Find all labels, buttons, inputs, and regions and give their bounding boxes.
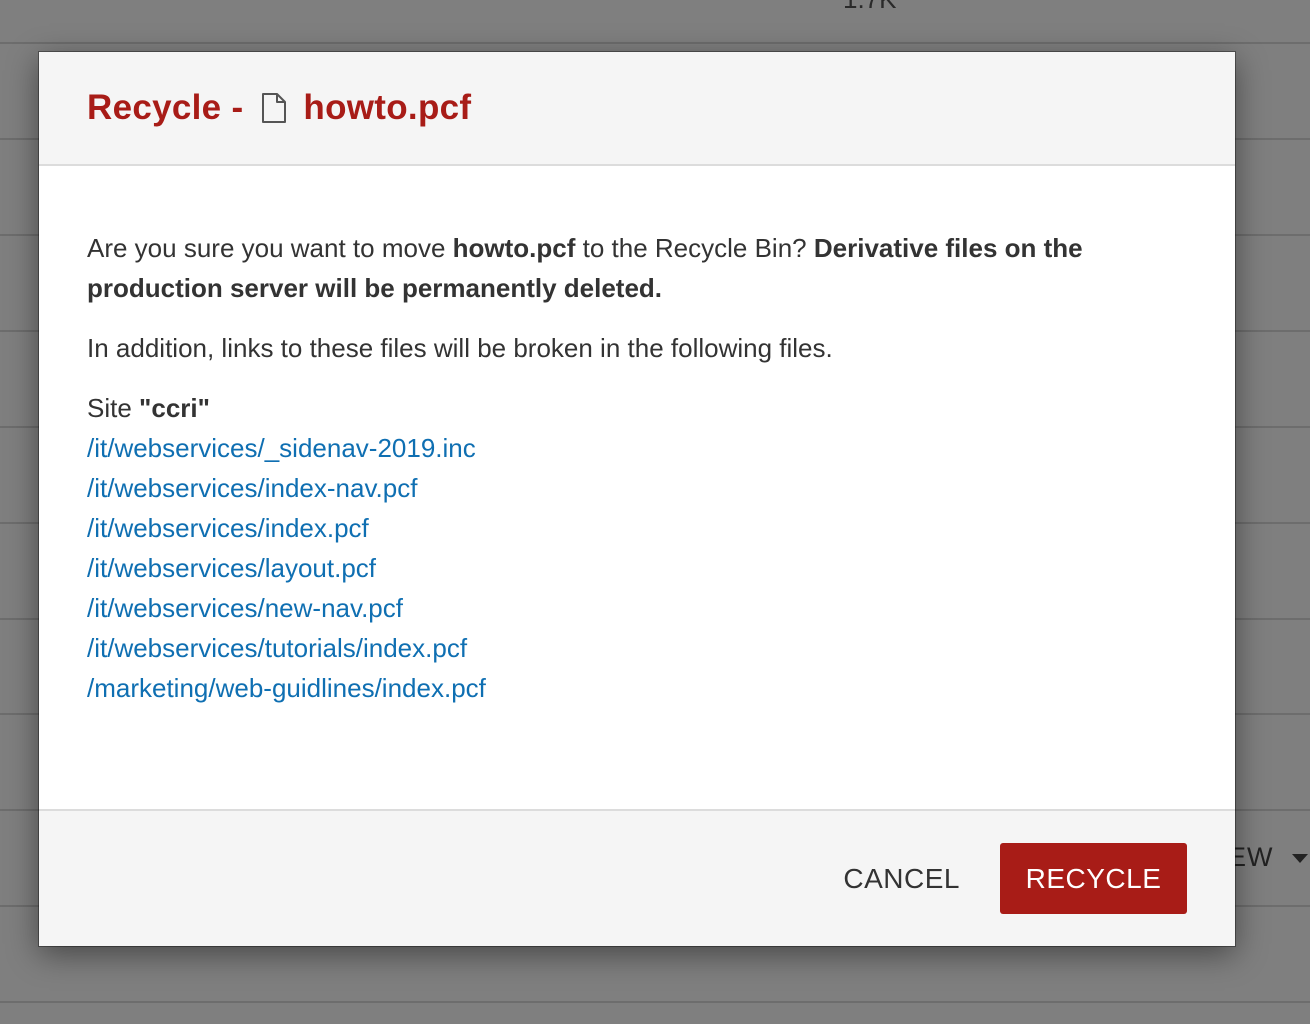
linked-file-item: /it/webservices/index.pcf <box>87 508 1187 548</box>
linked-file-item: /it/webservices/tutorials/index.pcf <box>87 628 1187 668</box>
background-file-size: 1.7K <box>843 0 897 15</box>
table-row-divider <box>0 42 1310 44</box>
linked-file-link[interactable]: /it/webservices/index-nav.pcf <box>87 473 417 503</box>
linked-file-link[interactable]: /it/webservices/new-nav.pcf <box>87 593 403 623</box>
linked-file-link[interactable]: /it/webservices/tutorials/index.pcf <box>87 633 467 663</box>
recycle-button[interactable]: RECYCLE <box>1000 843 1187 914</box>
dialog-footer: CANCEL RECYCLE <box>39 809 1235 946</box>
caret-down-icon <box>1292 854 1308 863</box>
dialog-header: Recycle - howto.pcf <box>39 52 1235 166</box>
linked-file-item: /it/webservices/layout.pcf <box>87 548 1187 588</box>
dialog-title: Recycle - howto.pcf <box>87 88 471 128</box>
message-prefix: Are you sure you want to move <box>87 233 453 263</box>
confirmation-message: Are you sure you want to move howto.pcf … <box>87 228 1187 308</box>
table-row-divider <box>0 1001 1310 1003</box>
linked-file-item: /it/webservices/_sidenav-2019.inc <box>87 428 1187 468</box>
site-label: Site <box>87 393 140 423</box>
dialog-title-filename: howto.pcf <box>303 88 472 127</box>
site-name: "ccri" <box>139 393 210 423</box>
dialog-body: Are you sure you want to move howto.pcf … <box>39 166 1235 809</box>
site-heading: Site "ccri" <box>87 388 1187 428</box>
linked-files-list: /it/webservices/_sidenav-2019.inc/it/web… <box>87 428 1187 708</box>
linked-file-link[interactable]: /it/webservices/index.pcf <box>87 513 369 543</box>
cancel-button[interactable]: CANCEL <box>823 843 980 914</box>
message-middle: to the Recycle Bin? <box>575 233 814 263</box>
linked-file-item: /it/webservices/new-nav.pcf <box>87 588 1187 628</box>
linked-file-link[interactable]: /it/webservices/_sidenav-2019.inc <box>87 433 476 463</box>
linked-file-link[interactable]: /marketing/web-guidlines/index.pcf <box>87 673 486 703</box>
links-notice: In addition, links to these files will b… <box>87 333 833 363</box>
linked-file-item: /marketing/web-guidlines/index.pcf <box>87 668 1187 708</box>
linked-file-item: /it/webservices/index-nav.pcf <box>87 468 1187 508</box>
dialog-title-action: Recycle - <box>87 88 244 127</box>
linked-file-link[interactable]: /it/webservices/layout.pcf <box>87 553 376 583</box>
message-filename: howto.pcf <box>452 233 576 263</box>
file-icon <box>261 92 287 124</box>
recycle-dialog: Recycle - howto.pcf Are you sure you wan… <box>39 52 1235 946</box>
